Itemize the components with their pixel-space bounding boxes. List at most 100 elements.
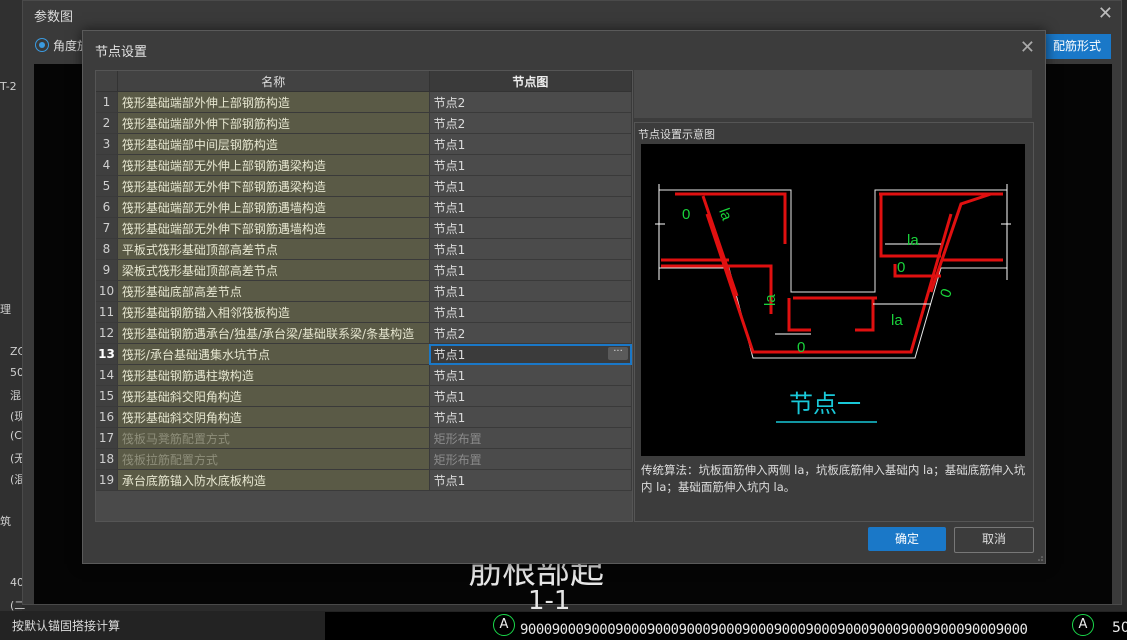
cancel-button[interactable]: 取消 bbox=[954, 527, 1034, 553]
node-value: 节点1 bbox=[433, 158, 466, 173]
node-diagram: 0 la la 0 0 la la 0 节点一 bbox=[641, 144, 1025, 456]
row-index: 3 bbox=[96, 133, 118, 155]
node-value: 节点1 bbox=[433, 305, 466, 320]
row-index: 14 bbox=[96, 364, 118, 386]
table-row[interactable]: 3 筏形基础端部中间层钢筋构造 节点1 bbox=[96, 133, 633, 155]
row-node-cell[interactable]: 节点1 bbox=[429, 196, 633, 218]
table-row[interactable]: 2 筏形基础端部外伸下部钢筋构造 节点2 bbox=[96, 112, 633, 134]
row-node-cell[interactable]: 节点1 ··· bbox=[429, 343, 633, 365]
axis-dimension-ticks: 9000900090009000900090009000900090009000… bbox=[520, 622, 1028, 638]
node-value: 节点2 bbox=[433, 116, 466, 131]
dim-zero: 0 bbox=[897, 259, 905, 276]
row-index: 19 bbox=[96, 469, 118, 491]
row-index: 15 bbox=[96, 385, 118, 407]
row-name-cell: 筏板拉筋配置方式 bbox=[117, 448, 430, 470]
table-row[interactable]: 13 筏形/承台基础遇集水坑节点 节点1 ··· bbox=[96, 343, 633, 365]
node-value: 节点1 bbox=[433, 347, 466, 362]
row-name-cell: 筏形基础钢筋锚入相邻筏板构造 bbox=[117, 301, 430, 323]
table-row[interactable]: 16 筏形基础斜交阴角构造 节点1 bbox=[96, 406, 633, 428]
node-value: 节点1 bbox=[433, 137, 466, 152]
node-value: 矩形布置 bbox=[433, 452, 482, 467]
row-name-cell: 筏形基础端部中间层钢筋构造 bbox=[117, 133, 430, 155]
node-value: 矩形布置 bbox=[433, 431, 482, 446]
row-index: 12 bbox=[96, 322, 118, 344]
row-node-cell[interactable]: 节点1 bbox=[429, 133, 633, 155]
row-node-cell[interactable]: 节点1 bbox=[429, 259, 633, 281]
row-name-cell: 筏形/承台基础遇集水坑节点 bbox=[117, 343, 430, 365]
row-node-cell[interactable]: 节点1 bbox=[429, 364, 633, 386]
row-name-cell: 承台底筋锚入防水底板构造 bbox=[117, 469, 430, 491]
row-index: 18 bbox=[96, 448, 118, 470]
row-index: 11 bbox=[96, 301, 118, 323]
row-node-cell[interactable]: 节点2 bbox=[429, 112, 633, 134]
column-header-node[interactable]: 节点图 bbox=[429, 71, 633, 92]
node-value: 节点2 bbox=[433, 326, 466, 341]
table-row[interactable]: 10 筏形基础底部高差节点 节点1 bbox=[96, 280, 633, 302]
row-node-cell[interactable]: 节点1 bbox=[429, 280, 633, 302]
axis-marker: A bbox=[1072, 614, 1094, 636]
dim-la: la bbox=[907, 232, 919, 249]
table-row[interactable]: 14 筏形基础钢筋遇柱墩构造 节点1 bbox=[96, 364, 633, 386]
column-header-name[interactable]: 名称 bbox=[117, 71, 430, 92]
row-node-cell[interactable]: 节点1 bbox=[429, 175, 633, 197]
table-row[interactable]: 6 筏形基础端部无外伸上部钢筋遇墙构造 节点1 bbox=[96, 196, 633, 218]
row-name-cell: 筏形基础钢筋遇承台/独基/承台梁/基础联系梁/条基构造 bbox=[117, 322, 430, 344]
node-value: 节点2 bbox=[433, 95, 466, 110]
table-row[interactable]: 15 筏形基础斜交阳角构造 节点1 bbox=[96, 385, 633, 407]
axis-marker: A bbox=[493, 614, 515, 636]
row-node-cell: 矩形布置 bbox=[429, 448, 633, 470]
node-value: 节点1 bbox=[433, 242, 466, 257]
table-row[interactable]: 11 筏形基础钢筋锚入相邻筏板构造 节点1 bbox=[96, 301, 633, 323]
row-node-cell[interactable]: 节点1 bbox=[429, 217, 633, 239]
row-node-cell[interactable]: 节点2 bbox=[429, 91, 633, 113]
dim-zero: 0 bbox=[682, 206, 690, 223]
table-row[interactable]: 5 筏形基础端部无外伸下部钢筋遇梁构造 节点1 bbox=[96, 175, 633, 197]
row-node-cell[interactable]: 节点1 bbox=[429, 406, 633, 428]
rebar-lines bbox=[661, 192, 1003, 354]
background-side-panel: T-2 理 ZC 50 混 (现 (C (无 (混 筑 40 (二 bbox=[0, 0, 25, 640]
param-window-title: 参数图 bbox=[34, 10, 74, 25]
ok-button[interactable]: 确定 bbox=[868, 527, 946, 551]
row-name-cell: 筏形基础端部外伸上部钢筋构造 bbox=[117, 91, 430, 113]
more-options-button[interactable]: ··· bbox=[608, 347, 628, 360]
close-icon[interactable]: ✕ bbox=[1020, 37, 1035, 58]
row-name-cell: 梁板式筏形基础顶部高差节点 bbox=[117, 259, 430, 281]
row-name-cell: 筏形基础端部无外伸下部钢筋遇墙构造 bbox=[117, 217, 430, 239]
table-row[interactable]: 18 筏板拉筋配置方式 矩形布置 bbox=[96, 448, 633, 470]
index-header bbox=[96, 71, 118, 92]
rebar-form-button[interactable]: 配筋形式 bbox=[1043, 34, 1111, 59]
canvas-text: 1-1 bbox=[528, 586, 571, 616]
row-node-cell[interactable]: 节点1 bbox=[429, 238, 633, 260]
node-value: 节点1 bbox=[433, 410, 466, 425]
row-index: 17 bbox=[96, 427, 118, 449]
side-fragment: 理 bbox=[0, 303, 11, 316]
row-node-cell[interactable]: 节点1 bbox=[429, 385, 633, 407]
row-name-cell: 筏板马凳筋配置方式 bbox=[117, 427, 430, 449]
table-row[interactable]: 9 梁板式筏形基础顶部高差节点 节点1 bbox=[96, 259, 633, 281]
table-row[interactable]: 12 筏形基础钢筋遇承台/独基/承台梁/基础联系梁/条基构造 节点2 bbox=[96, 322, 633, 344]
node-value: 节点1 bbox=[433, 263, 466, 278]
axis-right-text: 50 bbox=[1112, 620, 1127, 636]
row-node-cell[interactable]: 节点1 bbox=[429, 154, 633, 176]
table-row[interactable]: 4 筏形基础端部无外伸上部钢筋遇梁构造 节点1 bbox=[96, 154, 633, 176]
resize-grip-icon[interactable] bbox=[1035, 553, 1043, 561]
node-table: 名称 节点图 1 筏形基础端部外伸上部钢筋构造 节点2 2 筏形基础端部外伸下部钢筋构造… bbox=[95, 70, 633, 522]
dim-la: la bbox=[715, 206, 735, 223]
close-icon[interactable]: ✕ bbox=[1098, 3, 1113, 24]
table-row[interactable]: 17 筏板马凳筋配置方式 矩形布置 bbox=[96, 427, 633, 449]
node-value: 节点1 bbox=[433, 389, 466, 404]
table-row[interactable]: 8 平板式筏形基础顶部高差节点 节点1 bbox=[96, 238, 633, 260]
row-node-cell[interactable]: 节点2 bbox=[429, 322, 633, 344]
radio-button[interactable] bbox=[35, 38, 49, 52]
table-row[interactable]: 7 筏形基础端部无外伸下部钢筋遇墙构造 节点1 bbox=[96, 217, 633, 239]
row-node-cell[interactable]: 节点1 bbox=[429, 301, 633, 323]
node-value: 节点1 bbox=[433, 473, 466, 488]
row-index: 7 bbox=[96, 217, 118, 239]
row-name-cell: 筏形基础钢筋遇柱墩构造 bbox=[117, 364, 430, 386]
row-node-cell[interactable]: 节点1 bbox=[429, 469, 633, 491]
table-row[interactable]: 19 承台底筋锚入防水底板构造 节点1 bbox=[96, 469, 633, 491]
row-name-cell: 筏形基础斜交阳角构造 bbox=[117, 385, 430, 407]
table-row[interactable]: 1 筏形基础端部外伸上部钢筋构造 节点2 bbox=[96, 91, 633, 113]
row-index: 1 bbox=[96, 91, 118, 113]
row-index: 2 bbox=[96, 112, 118, 134]
